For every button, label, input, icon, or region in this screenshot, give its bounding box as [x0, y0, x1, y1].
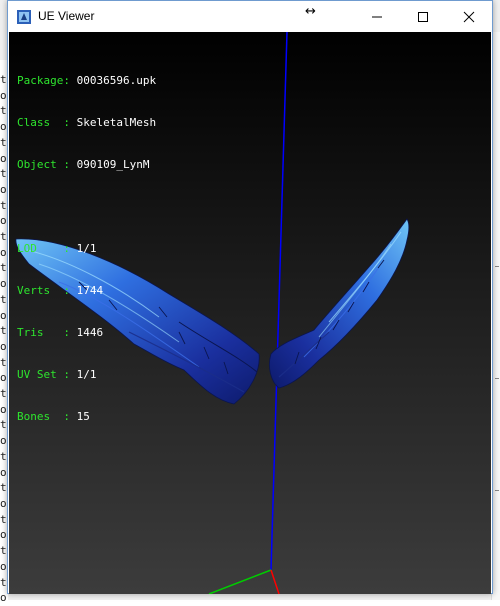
info-value: 15: [76, 410, 90, 423]
info-value: 1/1: [76, 242, 97, 255]
info-key: Bones :: [17, 410, 70, 423]
info-row-class: Class : SkeletalMesh: [17, 116, 156, 130]
background-tick: [495, 490, 499, 491]
info-spacer: [17, 200, 156, 214]
info-key: UV Set :: [17, 368, 70, 381]
info-key: Package:: [17, 74, 70, 87]
info-key: LOD :: [17, 242, 70, 255]
close-icon: [463, 11, 475, 22]
minimize-icon: [372, 16, 382, 17]
3d-viewport[interactable]: Package: 00036596.upk Class : SkeletalMe…: [9, 32, 491, 594]
info-key: Verts :: [17, 284, 70, 297]
ue-viewer-window: UE Viewer ↔ Package: 00036596.upk Class …: [7, 0, 493, 594]
info-value: 090109_LynM: [76, 158, 150, 171]
info-key: Class :: [17, 116, 70, 129]
info-row-object: Object : 090109_LynM: [17, 158, 156, 172]
window-title: UE Viewer: [38, 9, 95, 23]
close-button[interactable]: [446, 1, 492, 32]
info-row-bones: Bones : 15: [17, 410, 156, 424]
horizontal-resize-cursor-icon: ↔: [305, 4, 316, 19]
z-axis-line: [270, 32, 288, 571]
info-row-lod: LOD : 1/1: [17, 242, 156, 256]
info-key: Object :: [17, 158, 70, 171]
background-tick: [495, 266, 499, 267]
info-value: 1744: [76, 284, 104, 297]
ue-viewer-app-icon: [17, 10, 31, 24]
info-value: 1/1: [76, 368, 97, 381]
maximize-icon: [418, 11, 428, 22]
maximize-button[interactable]: [400, 1, 446, 32]
info-row-tris: Tris : 1446: [17, 326, 156, 340]
info-row-uvset: UV Set : 1/1: [17, 368, 156, 382]
info-value: 1446: [76, 326, 104, 339]
info-row-package: Package: 00036596.upk: [17, 74, 156, 88]
info-value: 00036596.upk: [76, 74, 157, 87]
info-row-verts: Verts : 1744: [17, 284, 156, 298]
info-value: SkeletalMesh: [76, 116, 157, 129]
mesh-info-overlay: Package: 00036596.upk Class : SkeletalMe…: [17, 46, 156, 452]
x-axis-line: [270, 569, 280, 594]
info-key: Tris :: [17, 326, 70, 339]
y-axis-line: [208, 569, 272, 594]
title-bar[interactable]: UE Viewer ↔: [8, 1, 492, 32]
minimize-button[interactable]: [354, 1, 400, 32]
background-tick: [495, 378, 499, 379]
right-wing-mesh: [269, 218, 410, 389]
